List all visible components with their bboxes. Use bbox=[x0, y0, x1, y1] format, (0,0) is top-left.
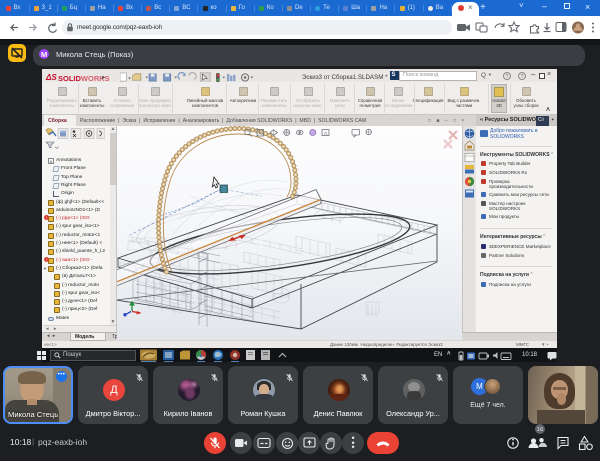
svg-text:16: 16 bbox=[537, 427, 543, 433]
